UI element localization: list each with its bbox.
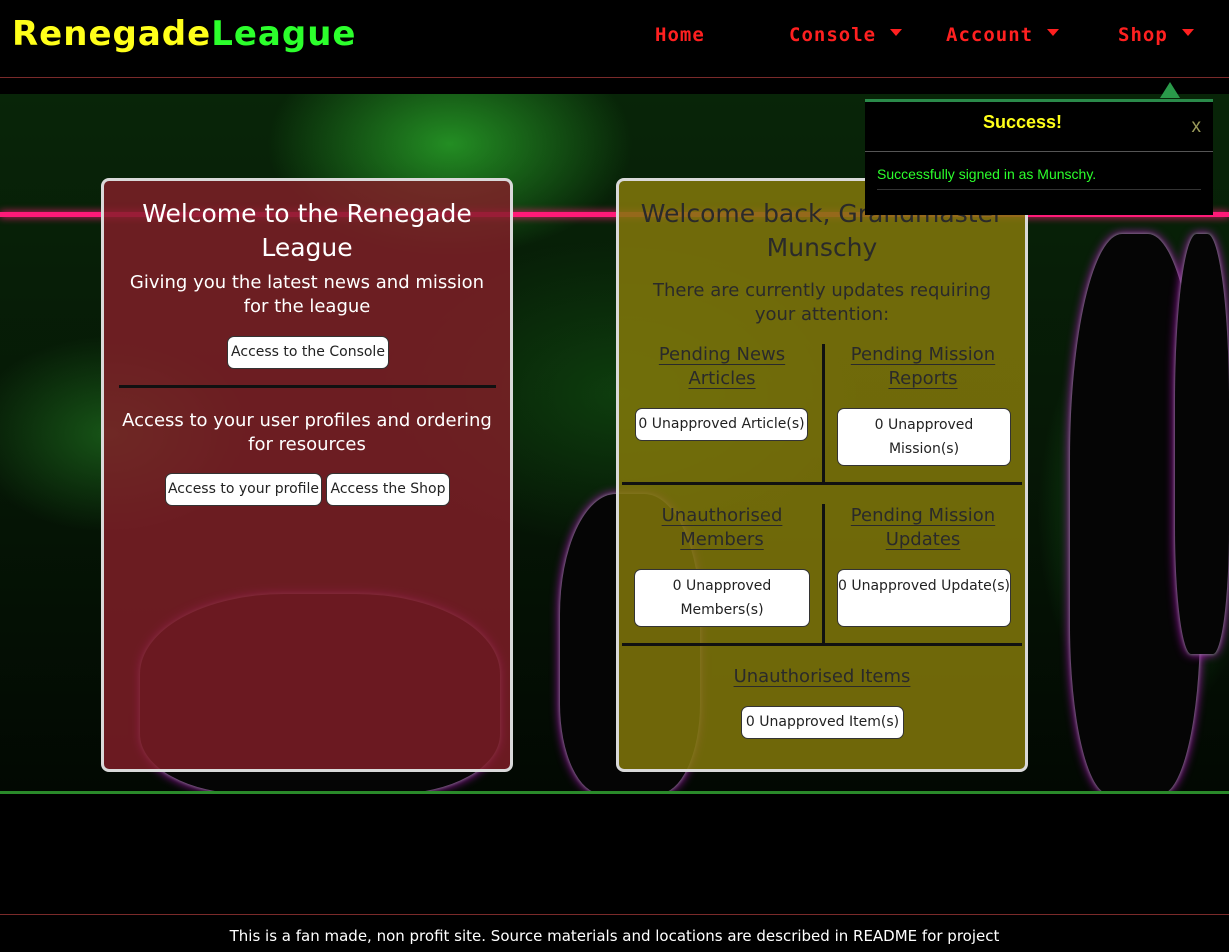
brand-part-renegade: Renegade xyxy=(12,14,212,54)
profiles-text: Access to your user profiles and orderin… xyxy=(122,410,492,455)
admin-panel: Welcome back, Grandmaster Munschy There … xyxy=(616,178,1028,772)
chevron-down-icon xyxy=(1047,29,1060,36)
nav-shop[interactable]: Shop xyxy=(1118,24,1194,46)
divider xyxy=(622,643,1022,646)
access-shop-button[interactable]: Access the Shop xyxy=(326,473,450,506)
nav-account-label: Account xyxy=(946,24,1034,46)
nav-console-label: Console xyxy=(789,24,877,46)
toast-divider xyxy=(877,189,1201,190)
access-profile-button[interactable]: Access to your profile xyxy=(165,473,322,506)
pending-news-link[interactable]: Pending News Articles xyxy=(637,343,807,391)
vertical-divider xyxy=(822,504,825,644)
brand-part-league: League xyxy=(211,14,357,54)
unapproved-members-button[interactable]: 0 Unapproved Members(s) xyxy=(634,569,810,627)
unapproved-updates-button[interactable]: 0 Unapproved Update(s) xyxy=(837,569,1011,627)
access-console-button[interactable]: Access to the Console xyxy=(227,336,389,369)
admin-subtitle: There are currently updates requiring yo… xyxy=(652,280,992,325)
welcome-title: Welcome to the Renegade League xyxy=(142,199,472,262)
toast-title: Success! xyxy=(982,112,1063,132)
pending-missions-link[interactable]: Pending Mission Reports xyxy=(837,343,1009,391)
nav-console[interactable]: Console xyxy=(789,24,903,46)
nav-shop-label: Shop xyxy=(1118,24,1168,46)
toast-message: Successfully signed in as Munschy. xyxy=(877,166,1097,182)
nav-home-label: Home xyxy=(655,24,705,46)
unauthorised-members-link[interactable]: Unauthorised Members xyxy=(637,504,807,552)
brand-logo[interactable]: RenegadeLeague xyxy=(12,14,356,54)
nav-account[interactable]: Account xyxy=(946,24,1060,46)
unauthorised-items-link[interactable]: Unauthorised Items xyxy=(679,665,965,689)
close-icon[interactable]: x xyxy=(1192,116,1202,138)
chevron-down-icon xyxy=(890,29,903,36)
navbar: RenegadeLeague Home Console Account Shop xyxy=(0,0,1229,78)
hero-bottom-line xyxy=(0,791,1229,794)
unapproved-articles-button[interactable]: 0 Unapproved Article(s) xyxy=(635,408,808,441)
pending-updates-link[interactable]: Pending Mission Updates xyxy=(837,504,1009,552)
toast-arrow xyxy=(1160,82,1180,98)
toast-divider xyxy=(865,151,1213,152)
unapproved-missions-button[interactable]: 0 Unapproved Mission(s) xyxy=(837,408,1011,466)
welcome-subtitle: Giving you the latest news and mission f… xyxy=(129,272,485,317)
unapproved-items-button[interactable]: 0 Unapproved Item(s) xyxy=(741,706,904,739)
vertical-divider xyxy=(822,344,825,483)
welcome-panel: Welcome to the Renegade League Giving yo… xyxy=(101,178,513,772)
divider xyxy=(622,482,1022,485)
footer: This is a fan made, non profit site. Sou… xyxy=(0,914,1229,952)
divider xyxy=(119,385,496,388)
nav-home[interactable]: Home xyxy=(655,24,705,46)
silhouette-figure xyxy=(1175,234,1229,654)
chevron-down-icon xyxy=(1181,29,1194,36)
footer-text: This is a fan made, non profit site. Sou… xyxy=(229,927,1000,945)
success-toast: Success! x Successfully signed in as Mun… xyxy=(865,99,1213,215)
